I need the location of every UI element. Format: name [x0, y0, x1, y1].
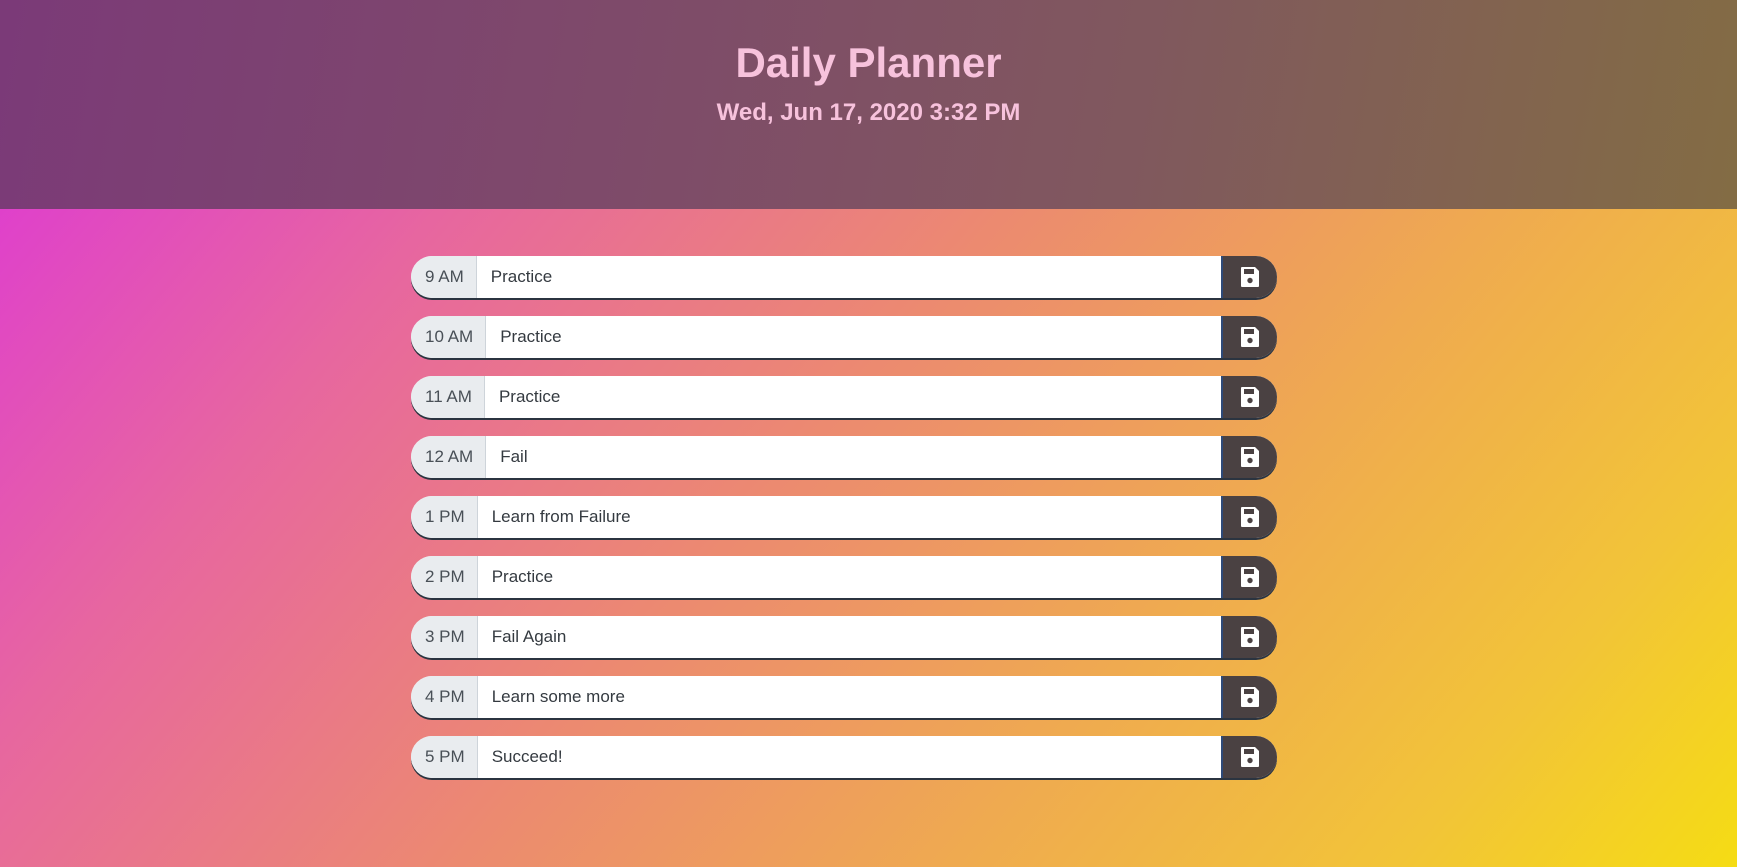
save-button[interactable] [1221, 556, 1277, 598]
save-button[interactable] [1221, 616, 1277, 658]
header: Daily Planner Wed, Jun 17, 2020 3:32 PM [0, 0, 1737, 209]
task-input[interactable] [486, 436, 1221, 478]
hour-label: 11 AM [411, 376, 485, 418]
save-button[interactable] [1221, 436, 1277, 478]
time-block-row: 3 PM [411, 616, 1277, 658]
hour-label: 1 PM [411, 496, 478, 538]
floppy-disk-icon [1240, 446, 1260, 468]
task-input[interactable] [476, 256, 1221, 298]
floppy-disk-icon [1240, 326, 1260, 348]
floppy-disk-icon [1240, 506, 1260, 528]
floppy-disk-icon [1240, 686, 1260, 708]
time-block-row: 12 AM [411, 436, 1277, 478]
task-input[interactable] [477, 676, 1221, 718]
save-button[interactable] [1221, 676, 1277, 718]
page-title: Daily Planner [735, 39, 1002, 86]
save-button[interactable] [1221, 256, 1277, 298]
task-input[interactable] [477, 556, 1221, 598]
time-block-row: 5 PM [411, 736, 1277, 778]
task-input[interactable] [477, 736, 1221, 778]
time-block-row: 10 AM [411, 316, 1277, 358]
time-block-row: 9 AM [411, 256, 1277, 298]
time-block-row: 11 AM [411, 376, 1277, 418]
current-datetime: Wed, Jun 17, 2020 3:32 PM [716, 99, 1021, 126]
hour-label: 9 AM [411, 256, 477, 298]
time-block-row: 1 PM [411, 496, 1277, 538]
task-input[interactable] [486, 316, 1221, 358]
save-button[interactable] [1221, 376, 1277, 418]
floppy-disk-icon [1240, 746, 1260, 768]
hour-label: 10 AM [411, 316, 487, 358]
save-button[interactable] [1221, 496, 1277, 538]
floppy-disk-icon [1240, 266, 1260, 288]
hour-label: 4 PM [411, 676, 478, 718]
floppy-disk-icon [1240, 386, 1260, 408]
planner-list: 9 AM 10 AM 11 AM 12 AM [411, 256, 1277, 796]
hour-label: 5 PM [411, 736, 478, 778]
task-input[interactable] [484, 376, 1221, 418]
floppy-disk-icon [1240, 626, 1260, 648]
time-block-row: 2 PM [411, 556, 1277, 598]
hour-label: 12 AM [411, 436, 487, 478]
save-button[interactable] [1221, 316, 1277, 358]
time-block-row: 4 PM [411, 676, 1277, 718]
task-input[interactable] [477, 496, 1221, 538]
hour-label: 2 PM [411, 556, 478, 598]
hour-label: 3 PM [411, 616, 478, 658]
save-button[interactable] [1221, 736, 1277, 778]
task-input[interactable] [477, 616, 1221, 658]
floppy-disk-icon [1240, 566, 1260, 588]
